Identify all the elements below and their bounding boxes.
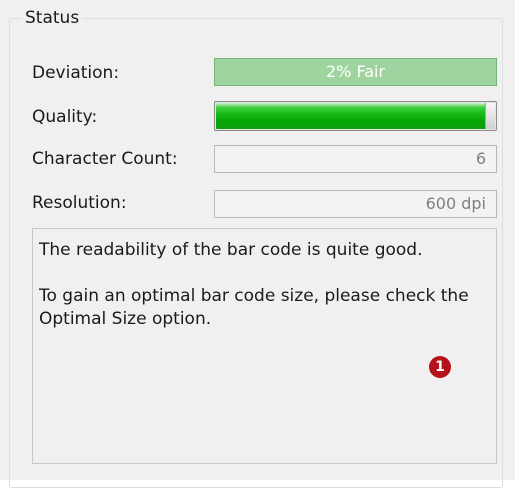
resolution-field: 600 dpi [214,190,497,218]
resolution-label: Resolution: [32,193,127,213]
status-panel: Status Deviation: 2% Fair Quality: Chara… [0,0,515,488]
status-group-title: Status [22,7,83,29]
deviation-label: Deviation: [32,63,120,83]
callout-badge: 1 [429,356,451,378]
deviation-indicator: 2% Fair [214,58,497,86]
quality-progress-fill [216,103,487,129]
status-message-box: The readability of the bar code is quite… [32,228,497,464]
quality-progress-bar [214,101,497,131]
character-count-label: Character Count: [32,149,178,169]
message-line-1: The readability of the bar code is quite… [39,240,423,260]
quality-progress-end [485,103,495,129]
character-count-field: 6 [214,145,497,173]
message-line-2: To gain an optimal bar code size, please… [39,286,469,329]
quality-label: Quality: [32,107,98,127]
